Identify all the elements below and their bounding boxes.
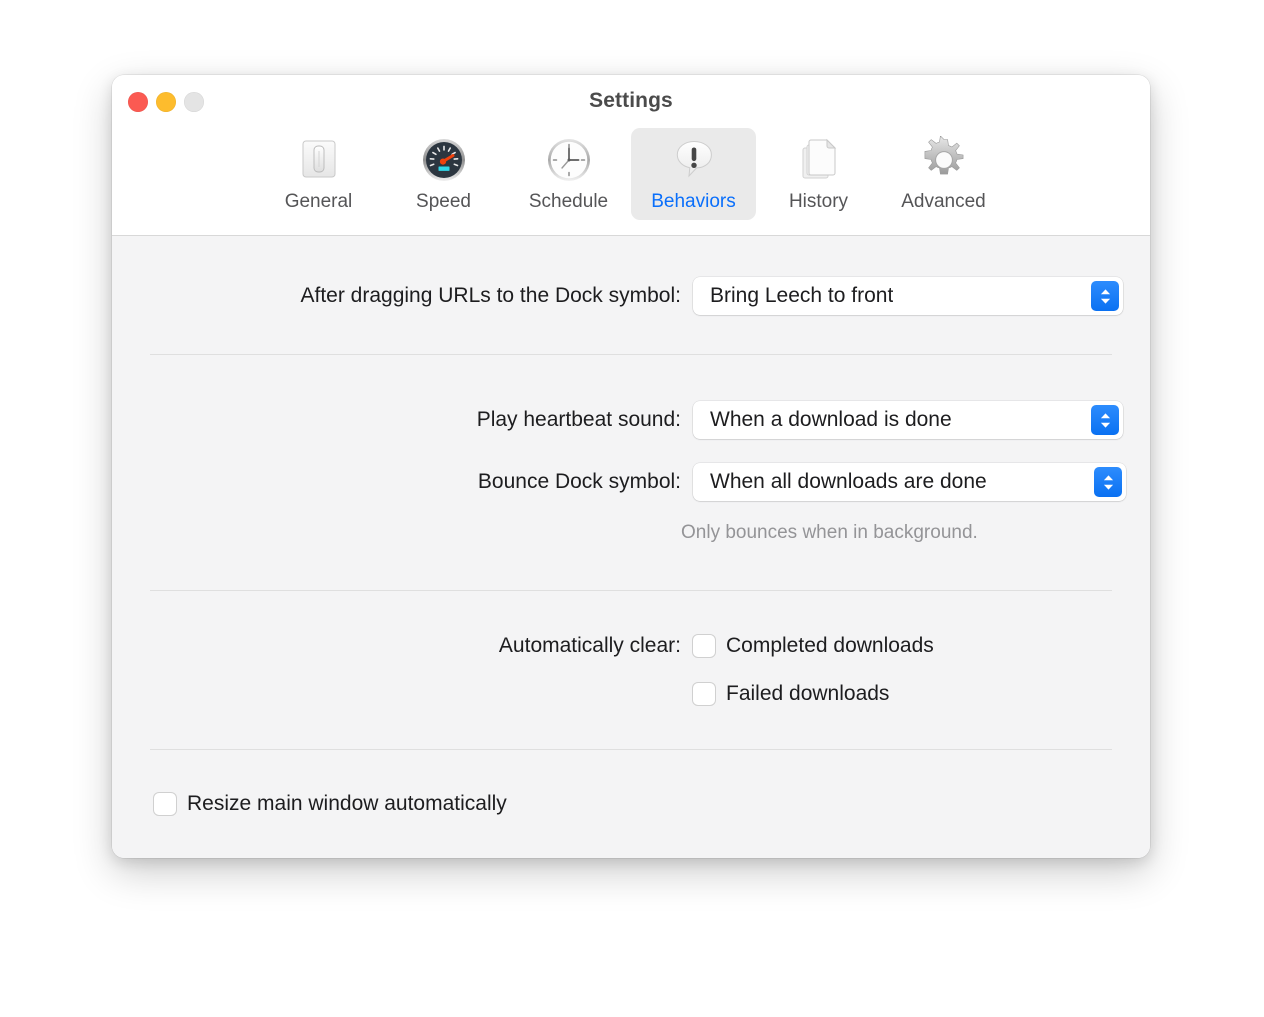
chevron-up-down-icon <box>1094 467 1122 497</box>
heartbeat-label: Play heartbeat sound: <box>476 408 681 431</box>
tab-history[interactable]: History <box>756 128 881 220</box>
auto-clear-label: Automatically clear: <box>498 634 681 657</box>
settings-toolbar: General Speed Schedule Behaviors History… <box>112 128 1150 220</box>
auto-clear-row-1: Automatically clear: Completed downloads <box>112 634 1150 658</box>
tab-behaviors[interactable]: Behaviors <box>631 128 756 220</box>
tab-schedule-label: Schedule <box>528 191 609 212</box>
window-titlebar: Settings General Speed Schedule Behavior… <box>112 75 1150 236</box>
window-title: Settings <box>589 89 673 112</box>
tab-history-label: History <box>788 191 849 212</box>
tab-behaviors-label: Behaviors <box>651 191 736 212</box>
separator-3 <box>150 749 1112 750</box>
auto-clear-failed-checkbox[interactable] <box>693 683 715 705</box>
separator-2 <box>150 590 1112 591</box>
clock-icon <box>540 132 598 188</box>
chevron-up-down-icon <box>1091 281 1119 311</box>
auto-clear-failed-checkbox-group[interactable]: Failed downloads <box>693 682 889 706</box>
bounce-dock-select[interactable]: When all downloads are done <box>693 463 1126 501</box>
tab-speed-label: Speed <box>416 191 471 212</box>
settings-window: Settings General Speed Schedule Behavior… <box>112 75 1150 858</box>
tab-advanced-label: Advanced <box>901 191 986 212</box>
tab-general[interactable]: General <box>256 128 381 220</box>
auto-clear-row-2: Failed downloads <box>693 682 889 706</box>
resize-window-checkbox[interactable] <box>154 793 176 815</box>
bounce-dock-label: Bounce Dock symbol: <box>477 470 681 493</box>
resize-window-label: Resize main window automatically <box>187 792 507 815</box>
resize-window-row[interactable]: Resize main window automatically <box>154 792 507 816</box>
heartbeat-value: When a download is done <box>710 408 952 431</box>
bounce-dock-hint: Only bounces when in background. <box>681 522 978 543</box>
chevron-up-down-icon <box>1091 405 1119 435</box>
documents-icon <box>790 132 848 188</box>
speech-bubble-exclamation-icon <box>665 132 723 188</box>
heartbeat-select[interactable]: When a download is done <box>693 401 1123 439</box>
auto-clear-completed-checkbox-group[interactable]: Completed downloads <box>693 634 934 658</box>
dock-drag-select[interactable]: Bring Leech to front <box>693 277 1123 315</box>
bounce-dock-value: When all downloads are done <box>710 470 987 493</box>
tab-advanced[interactable]: Advanced <box>881 128 1006 220</box>
toggle-switch-icon <box>290 132 348 188</box>
behaviors-pane: After dragging URLs to the Dock symbol: … <box>112 236 1150 858</box>
gear-icon <box>915 132 973 188</box>
auto-clear-failed-label: Failed downloads <box>726 682 890 705</box>
heartbeat-row: Play heartbeat sound: When a download is… <box>112 401 1150 439</box>
bounce-dock-row: Bounce Dock symbol: When all downloads a… <box>112 463 1150 501</box>
tab-speed[interactable]: Speed <box>381 128 506 220</box>
auto-clear-completed-label: Completed downloads <box>726 634 934 657</box>
separator-1 <box>150 354 1112 355</box>
dock-drag-row: After dragging URLs to the Dock symbol: … <box>112 277 1150 315</box>
dock-drag-label: After dragging URLs to the Dock symbol: <box>300 284 681 307</box>
tab-general-label: General <box>284 191 353 212</box>
speedometer-icon <box>415 132 473 188</box>
auto-clear-completed-checkbox[interactable] <box>693 635 715 657</box>
tab-schedule[interactable]: Schedule <box>506 128 631 220</box>
dock-drag-value: Bring Leech to front <box>710 284 894 307</box>
